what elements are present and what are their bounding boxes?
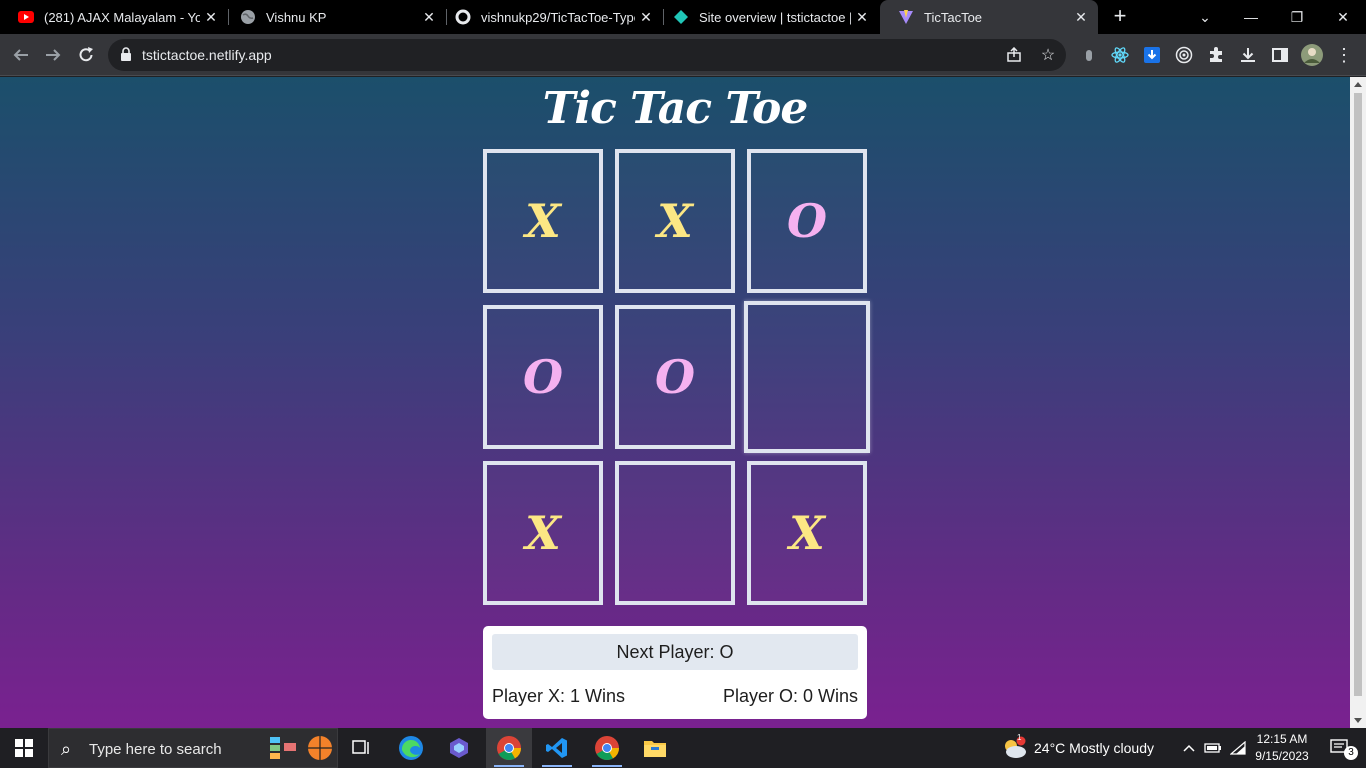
scroll-thumb[interactable]	[1354, 93, 1362, 696]
board-cell-9[interactable]: X	[747, 461, 867, 605]
weather-badge: 1	[1017, 733, 1022, 742]
board-cell-6[interactable]	[744, 301, 870, 453]
search-highlight-icon[interactable]	[266, 728, 336, 768]
weather-icon[interactable]: 1	[996, 728, 1032, 768]
windows-taskbar: ⌕ Type here to search 1 24°C Mostly clou…	[0, 728, 1366, 768]
side-panel-icon[interactable]	[1267, 42, 1293, 68]
file-explorer-icon[interactable]	[632, 728, 678, 768]
download-extension-icon[interactable]	[1139, 42, 1165, 68]
edge-icon[interactable]	[388, 728, 434, 768]
tab-strip: (281) AJAX Malayalam - YouTube ✕ Vishnu …	[0, 0, 1366, 34]
tab-search-icon[interactable]: ⌄	[1182, 0, 1228, 34]
github-icon	[455, 9, 471, 25]
cell-mark: X	[789, 506, 825, 560]
game-title: Tic Tac Toe	[542, 83, 809, 134]
scroll-up-arrow[interactable]	[1354, 82, 1362, 87]
cell-mark: X	[525, 506, 561, 560]
close-tab-icon[interactable]: ✕	[851, 9, 873, 26]
copilot-icon[interactable]	[436, 728, 482, 768]
address-bar[interactable]: tstictactoe.netlify.app ☆	[108, 39, 1066, 71]
extension-icon[interactable]	[1076, 42, 1102, 68]
minimize-button[interactable]: —	[1228, 0, 1274, 34]
next-player-indicator: Next Player: O	[492, 634, 858, 670]
player-o-score: Player O: 0 Wins	[722, 686, 858, 706]
cell-mark: O	[786, 194, 828, 248]
youtube-icon	[18, 9, 34, 25]
close-window-button[interactable]: ✕	[1320, 0, 1366, 34]
board-cell-7[interactable]: X	[483, 461, 603, 605]
tab-youtube[interactable]: (281) AJAX Malayalam - YouTube ✕	[0, 0, 228, 34]
start-button[interactable]	[0, 728, 48, 768]
player-x-score: Player X: 1 Wins	[492, 686, 626, 706]
restore-button[interactable]: ❐	[1274, 0, 1320, 34]
board-cell-5[interactable]: O	[615, 305, 735, 449]
board-cell-8[interactable]	[615, 461, 735, 605]
close-tab-icon[interactable]: ✕	[635, 9, 657, 26]
system-clock[interactable]: 12:15 AM 9/15/2023	[1244, 731, 1320, 765]
search-placeholder: Type here to search	[89, 741, 222, 758]
reload-icon	[79, 47, 93, 62]
tab-title: vishnukp29/TicTacToe-Typescript	[481, 9, 635, 25]
page-viewport: Tic Tac Toe X X O O O X X Next Player: O…	[0, 77, 1350, 728]
share-icon[interactable]	[1004, 45, 1024, 65]
battery-icon[interactable]	[1201, 728, 1225, 768]
downloads-icon[interactable]	[1235, 42, 1261, 68]
tab-vishnu-kp[interactable]: Vishnu KP ✕	[222, 0, 446, 34]
react-devtools-icon[interactable]	[1107, 42, 1133, 68]
cell-mark: X	[657, 194, 693, 248]
extensions-puzzle-icon[interactable]	[1203, 42, 1229, 68]
notifications-icon[interactable]: 3	[1320, 728, 1360, 768]
tab-github[interactable]: vishnukp29/TicTacToe-Typescript ✕	[437, 0, 663, 34]
bookmark-star-icon[interactable]: ☆	[1038, 45, 1058, 65]
board-cell-2[interactable]: X	[615, 149, 735, 293]
chrome-profile-icon[interactable]	[584, 728, 630, 768]
clock-date: 9/15/2023	[1255, 749, 1309, 763]
clock-time: 12:15 AM	[1256, 732, 1308, 746]
arrow-left-icon	[13, 49, 28, 61]
profile-avatar[interactable]	[1299, 42, 1325, 68]
cell-mark: O	[522, 350, 564, 404]
chrome-icon[interactable]	[486, 728, 532, 768]
tab-title: TicTacToe	[924, 9, 983, 25]
chevron-up-icon[interactable]	[1177, 728, 1201, 768]
tab-title: (281) AJAX Malayalam - YouTube	[44, 9, 200, 25]
search-icon: ⌕	[61, 739, 72, 759]
browser-toolbar: tstictactoe.netlify.app ☆ ⋮	[0, 34, 1366, 76]
forward-button[interactable]	[40, 42, 66, 68]
windows-logo-icon	[15, 739, 33, 757]
close-tab-icon[interactable]: ✕	[200, 9, 222, 26]
url-text: tstictactoe.netlify.app	[142, 47, 272, 63]
task-view-icon[interactable]	[338, 728, 384, 768]
status-panel: Next Player: O Player X: 1 Wins Player O…	[483, 626, 867, 719]
board-cell-4[interactable]: O	[483, 305, 603, 449]
close-tab-icon[interactable]: ✕	[1070, 9, 1092, 26]
browser-menu-icon[interactable]: ⋮	[1331, 42, 1357, 68]
tab-tictactoe[interactable]: TicTacToe ✕	[880, 0, 1098, 34]
cell-mark: O	[654, 350, 696, 404]
tab-title: Site overview | tstictactoe | Netlify	[699, 9, 851, 25]
lock-icon	[120, 47, 132, 66]
target-icon[interactable]	[1171, 42, 1197, 68]
arrow-right-icon	[46, 49, 61, 61]
reload-button[interactable]	[73, 42, 99, 68]
tab-netlify[interactable]: Site overview | tstictactoe | Netlify ✕	[655, 0, 879, 34]
board-cell-1[interactable]: X	[483, 149, 603, 293]
back-button[interactable]	[8, 42, 34, 68]
page-scrollbar[interactable]	[1350, 77, 1366, 728]
vite-icon	[898, 9, 914, 25]
cell-mark: X	[525, 194, 561, 248]
notification-count-badge: 3	[1344, 746, 1358, 760]
globe-icon	[240, 9, 256, 25]
board-cell-3[interactable]: O	[747, 149, 867, 293]
weather-text[interactable]: 24°C Mostly cloudy	[1034, 740, 1154, 756]
new-tab-button[interactable]: +	[1108, 5, 1132, 29]
netlify-icon	[673, 9, 689, 25]
tab-title: Vishnu KP	[266, 9, 327, 25]
vscode-icon[interactable]	[534, 728, 580, 768]
scroll-down-arrow[interactable]	[1354, 718, 1362, 723]
